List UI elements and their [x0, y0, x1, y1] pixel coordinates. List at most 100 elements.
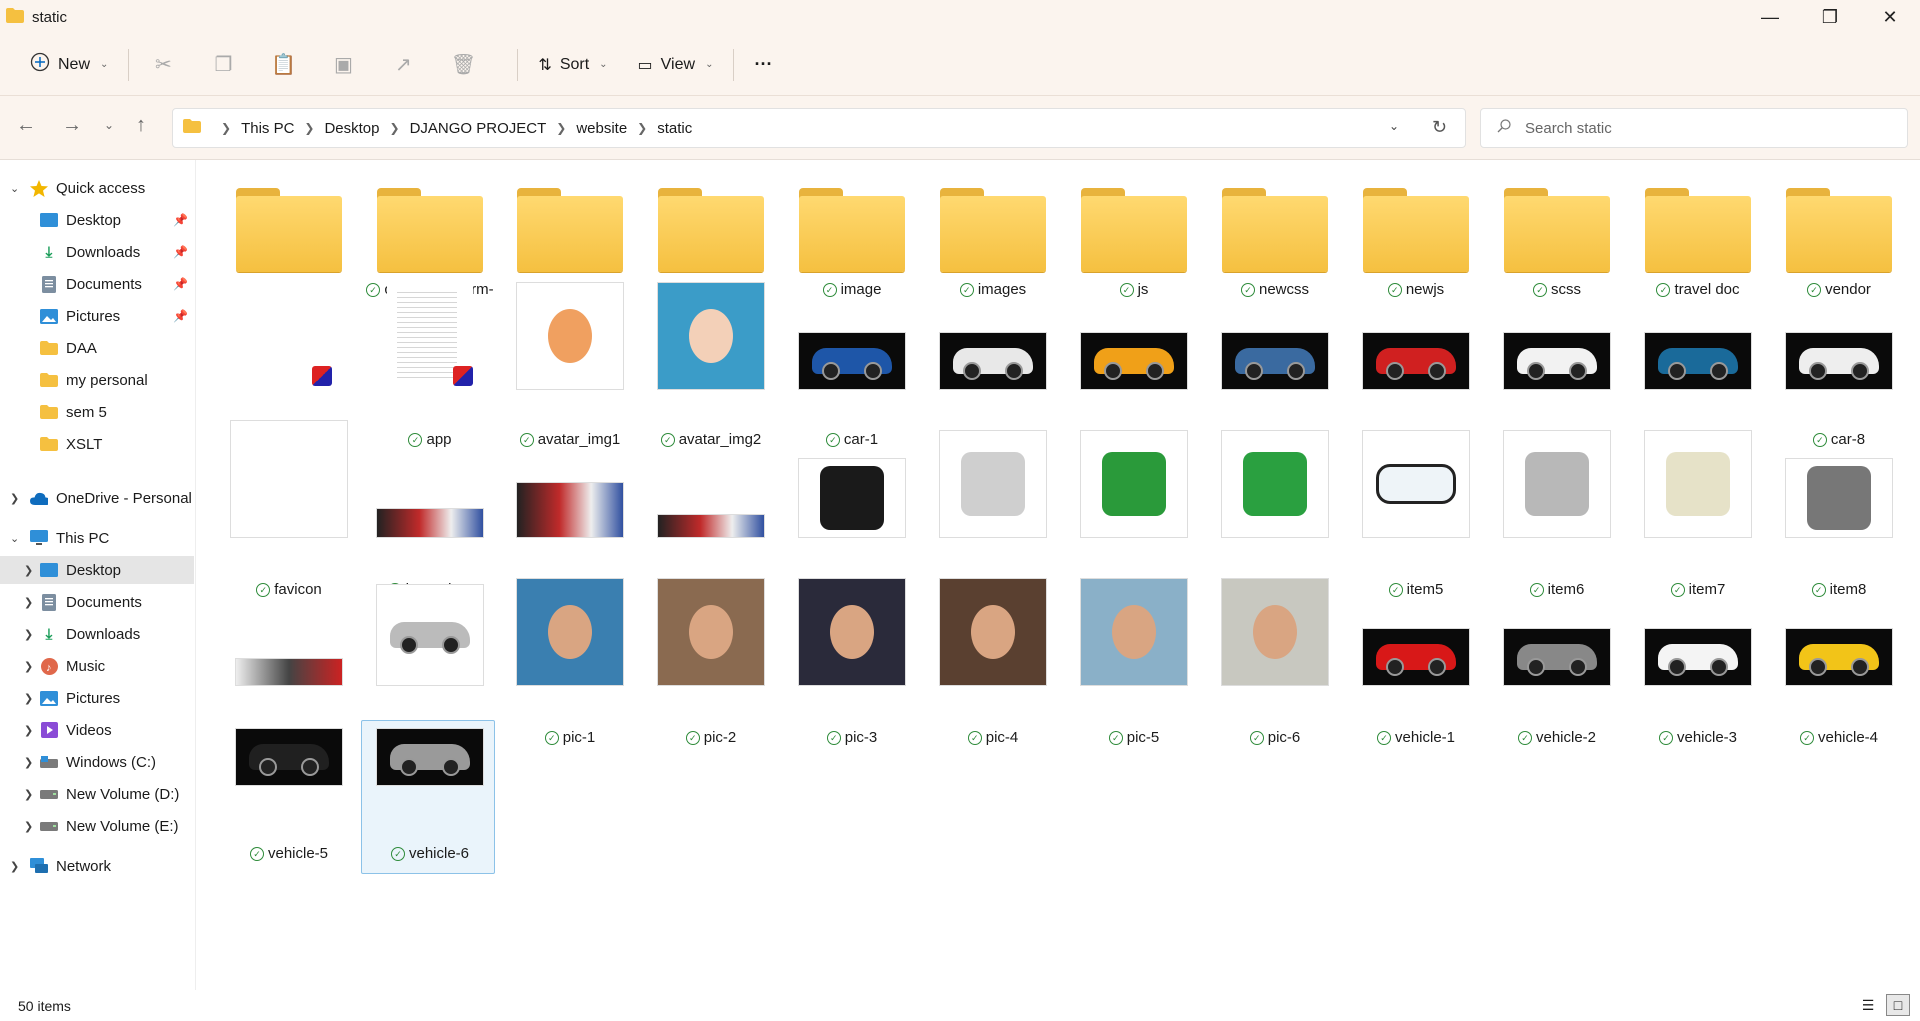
- sidebar-item-drive-e[interactable]: ❯ New Volume (E:): [0, 812, 194, 840]
- close-button[interactable]: ✕: [1860, 0, 1920, 34]
- chevron-right-icon[interactable]: ❯: [24, 820, 33, 833]
- copy-button[interactable]: ❐: [203, 45, 243, 85]
- sidebar-item-pictures[interactable]: Pictures 📌: [0, 302, 194, 330]
- folder-icon: [40, 340, 58, 356]
- folder-icon: [6, 7, 24, 27]
- file-item-vehicle-2[interactable]: ✓ vehicle-2: [1492, 578, 1622, 768]
- view-button[interactable]: ▭ View ⌄: [632, 45, 720, 85]
- sync-check-icon: ✓: [544, 731, 559, 745]
- file-item-vehicle-1[interactable]: ✓ vehicle-1: [1351, 578, 1481, 768]
- delete-button[interactable]: 🗑: [443, 45, 483, 85]
- folder-icon: [1645, 188, 1751, 272]
- file-item-vehicle-6[interactable]: ✓ vehicle-6: [361, 720, 495, 884]
- sidebar-item-downloads[interactable]: ⤓ Downloads 📌: [0, 238, 194, 266]
- chevron-down-icon[interactable]: ⌄: [10, 182, 19, 195]
- sort-button[interactable]: ⇅ Sort ⌄: [532, 45, 613, 85]
- breadcrumb-website[interactable]: website ❯: [576, 120, 657, 137]
- file-item-pic-3[interactable]: ✓ pic-3: [787, 578, 917, 768]
- file-item-pic-4[interactable]: ✓ pic-4: [928, 578, 1058, 768]
- avatar-thumbnail: [657, 282, 765, 390]
- chevron-right-icon[interactable]: ❯: [24, 724, 33, 737]
- address-bar[interactable]: ❯ This PC ❯ Desktop ❯ DJANGO PROJECT ❯ webs…: [172, 108, 1466, 148]
- chevron-right-icon[interactable]: ❯: [24, 756, 33, 769]
- sidebar-item-network[interactable]: ❯ Network: [0, 852, 194, 880]
- recent-locations-icon[interactable]: ⌄: [104, 118, 114, 132]
- sidebar-item-pc-documents[interactable]: ❯ Documents: [0, 588, 194, 616]
- sidebar-item-pc-music[interactable]: ❯ ♪ Music: [0, 652, 194, 680]
- chevron-right-icon[interactable]: ❯: [24, 660, 33, 673]
- restore-button[interactable]: ❐: [1800, 0, 1860, 34]
- file-item-pic-1[interactable]: ✓ pic-1: [505, 578, 635, 768]
- file-name: pic-6: [1267, 729, 1301, 746]
- sidebar-item-quick-access[interactable]: ⌄ Quick access: [0, 174, 194, 202]
- tiles-view-button[interactable]: □: [1886, 994, 1910, 1016]
- file-name: pic-3: [844, 729, 878, 746]
- chevron-right-icon[interactable]: ❯: [10, 492, 19, 505]
- cut-button[interactable]: ✂: [143, 45, 183, 85]
- folder-icon: [1363, 188, 1469, 272]
- sidebar-item-my-personal[interactable]: my personal: [0, 366, 194, 394]
- file-item-vehicle-3[interactable]: ✓ vehicle-3: [1633, 578, 1763, 768]
- sidebar-item-xslt[interactable]: XSLT: [0, 430, 194, 458]
- sync-check-icon: ✓: [967, 731, 982, 745]
- chevron-right-icon[interactable]: ❯: [24, 596, 33, 609]
- folder-icon: [236, 188, 342, 272]
- forward-arrow-icon[interactable]: →: [62, 114, 82, 137]
- file-name: vehicle-2: [1535, 729, 1597, 746]
- folder-icon: [377, 188, 483, 272]
- refresh-icon[interactable]: ↻: [1432, 117, 1447, 138]
- file-item-pic-5[interactable]: ✓ pic-5: [1069, 578, 1199, 768]
- image-thumbnail: [516, 482, 624, 538]
- folder-icon: [1081, 188, 1187, 272]
- paste-button[interactable]: 📋: [263, 45, 303, 85]
- details-view-button[interactable]: ☰: [1856, 994, 1880, 1016]
- svg-text:♪: ♪: [46, 662, 52, 674]
- sidebar-item-this-pc[interactable]: ⌄ This PC: [0, 524, 194, 552]
- product-thumbnail: [798, 458, 906, 538]
- breadcrumb-static[interactable]: static: [657, 120, 692, 137]
- file-item-vehicle-4[interactable]: ✓ vehicle-4: [1774, 578, 1904, 768]
- sidebar-item-sem-5[interactable]: sem 5: [0, 398, 194, 426]
- chevron-right-icon[interactable]: ❯: [24, 564, 33, 577]
- file-name: pic-2: [703, 729, 737, 746]
- chevron-right-icon[interactable]: ❯: [24, 628, 33, 641]
- share-button[interactable]: ↗: [383, 45, 423, 85]
- sidebar-item-drive-d[interactable]: ❯ New Volume (D:): [0, 780, 194, 808]
- pin-icon: 📌: [173, 277, 188, 291]
- divider: [517, 48, 519, 81]
- sync-check-icon: ✓: [685, 731, 700, 745]
- sidebar-item-drive-c[interactable]: ❯ Windows (C:): [0, 748, 194, 776]
- chevron-right-icon[interactable]: ❯: [24, 788, 33, 801]
- sidebar-item-pc-desktop[interactable]: ❯ Desktop: [0, 556, 194, 584]
- more-options-button[interactable]: ···: [748, 45, 778, 85]
- minimize-button[interactable]: —: [1740, 0, 1800, 34]
- back-arrow-icon[interactable]: ←: [16, 114, 36, 137]
- minimize-icon: —: [1761, 6, 1779, 27]
- address-dropdown-icon[interactable]: ⌄: [1389, 119, 1399, 133]
- breadcrumb-this-pc[interactable]: This PC ❯: [241, 120, 324, 137]
- file-item-pic-6[interactable]: ✓ pic-6: [1210, 578, 1340, 768]
- sidebar-item-documents[interactable]: Documents 📌: [0, 270, 194, 298]
- sidebar-item-pc-downloads[interactable]: ❯ ⤓ Downloads: [0, 620, 194, 648]
- breadcrumb-django-project[interactable]: DJANGO PROJECT ❯: [410, 120, 577, 137]
- chevron-right-icon[interactable]: ❯: [24, 692, 33, 705]
- up-arrow-icon[interactable]: ↑: [136, 114, 146, 137]
- cloud-icon: [30, 490, 48, 506]
- avatar-thumbnail: [516, 282, 624, 390]
- document-icon: [40, 593, 58, 611]
- sidebar-item-pc-pictures[interactable]: ❯ Pictures: [0, 684, 194, 712]
- chevron-right-icon[interactable]: ❯: [10, 860, 19, 873]
- sidebar-item-daa[interactable]: DAA: [0, 334, 194, 362]
- file-item-pic-2[interactable]: ✓ pic-2: [646, 578, 776, 768]
- new-button[interactable]: New ⌄: [24, 45, 114, 85]
- file-item-vehicle-5[interactable]: ✓ vehicle-5: [224, 726, 354, 884]
- rename-button[interactable]: ▣: [323, 45, 363, 85]
- breadcrumb-desktop[interactable]: Desktop ❯: [324, 120, 409, 137]
- sidebar-item-onedrive[interactable]: ❯ OneDrive - Personal: [0, 484, 194, 512]
- chevron-down-icon[interactable]: ⌄: [10, 532, 19, 545]
- file-name: pic-1: [562, 729, 596, 746]
- search-input[interactable]: Search static: [1480, 108, 1908, 148]
- sidebar-item-desktop[interactable]: Desktop 📌: [0, 206, 194, 234]
- folder-icon: [1786, 188, 1892, 272]
- sidebar-item-pc-videos[interactable]: ❯ Videos: [0, 716, 194, 744]
